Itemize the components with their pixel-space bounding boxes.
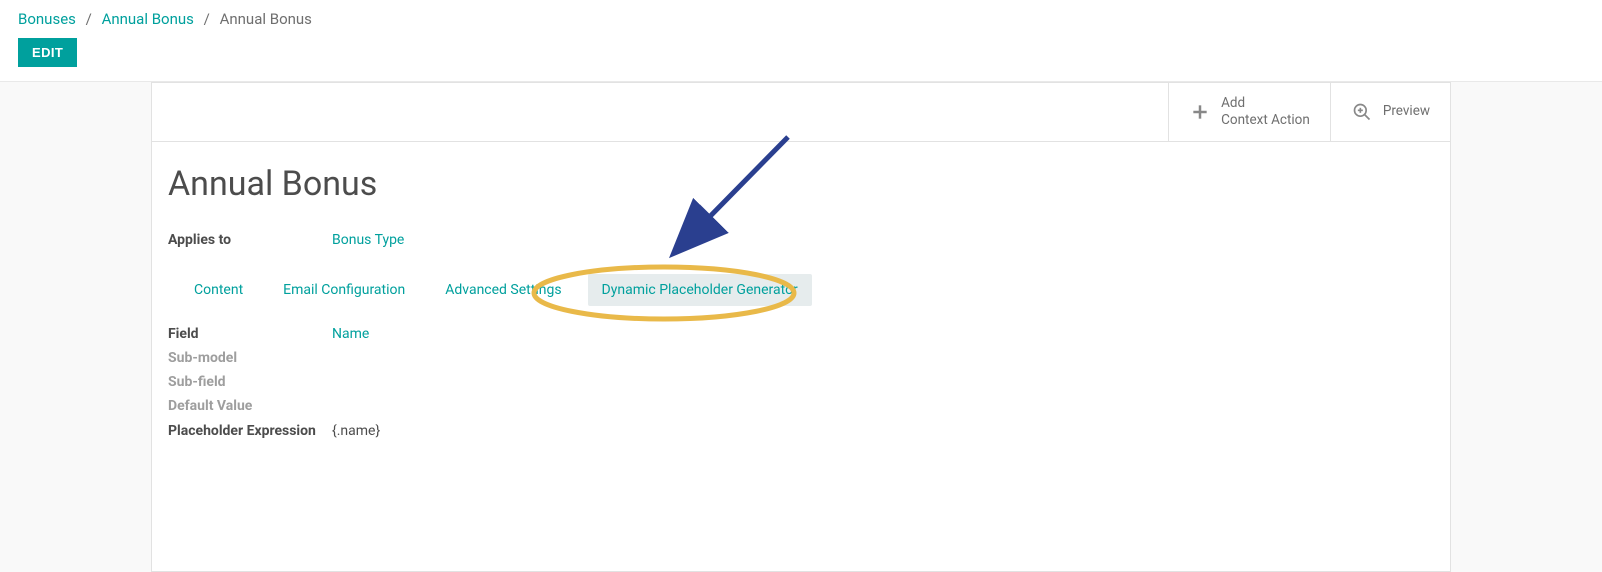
page-title: Annual Bonus: [168, 164, 1434, 204]
button-box: Add Context Action Preview: [152, 83, 1450, 142]
field-label: Field: [168, 326, 332, 342]
sheet-body: Annual Bonus Applies to Bonus Type Conte…: [152, 142, 1450, 490]
zoom-in-icon: [1351, 101, 1373, 123]
field-row-placeholder-expression: Placeholder Expression {.name}: [168, 422, 1434, 440]
tab-dynamic-placeholder-generator[interactable]: Dynamic Placeholder Generator: [588, 274, 812, 306]
add-context-action-label: Add Context Action: [1221, 95, 1310, 129]
sub-field-label: Sub-field: [168, 374, 332, 390]
applies-to-row: Applies to Bonus Type: [168, 232, 1434, 248]
field-value[interactable]: Name: [332, 326, 369, 342]
tabs: Content Email Configuration Advanced Set…: [180, 274, 1434, 306]
applies-to-label: Applies to: [168, 232, 332, 248]
add-context-action-button[interactable]: Add Context Action: [1168, 83, 1330, 141]
field-row-default-value: Default Value: [168, 398, 1434, 414]
tab-email-configuration[interactable]: Email Configuration: [269, 274, 419, 306]
tab-content[interactable]: Content: [180, 274, 257, 306]
top-bar: Bonuses / Annual Bonus / Annual Bonus ED…: [0, 0, 1602, 82]
tab-content-body: Field Name Sub-model Sub-field Default V…: [168, 326, 1434, 440]
breadcrumb-sep: /: [86, 10, 92, 28]
default-value-label: Default Value: [168, 398, 332, 414]
sub-model-label: Sub-model: [168, 350, 332, 366]
placeholder-expression-value: {.name}: [332, 423, 380, 439]
field-row-sub-field: Sub-field: [168, 374, 1434, 390]
breadcrumb-link-annual-bonus[interactable]: Annual Bonus: [102, 10, 194, 28]
content-area: Add Context Action Preview Annual Bonus: [0, 82, 1602, 572]
form-sheet: Add Context Action Preview Annual Bonus: [151, 82, 1451, 572]
edit-button[interactable]: EDIT: [18, 38, 77, 67]
breadcrumb: Bonuses / Annual Bonus / Annual Bonus: [18, 10, 1584, 28]
breadcrumb-current: Annual Bonus: [220, 10, 312, 28]
breadcrumb-link-bonuses[interactable]: Bonuses: [18, 10, 76, 28]
preview-label: Preview: [1383, 103, 1430, 120]
placeholder-expression-label: Placeholder Expression: [168, 422, 332, 440]
preview-button[interactable]: Preview: [1330, 83, 1450, 141]
plus-icon: [1189, 101, 1211, 123]
applies-to-value[interactable]: Bonus Type: [332, 232, 404, 248]
field-row-sub-model: Sub-model: [168, 350, 1434, 366]
field-row-field: Field Name: [168, 326, 1434, 342]
breadcrumb-sep: /: [204, 10, 210, 28]
tab-advanced-settings[interactable]: Advanced Settings: [431, 274, 575, 306]
